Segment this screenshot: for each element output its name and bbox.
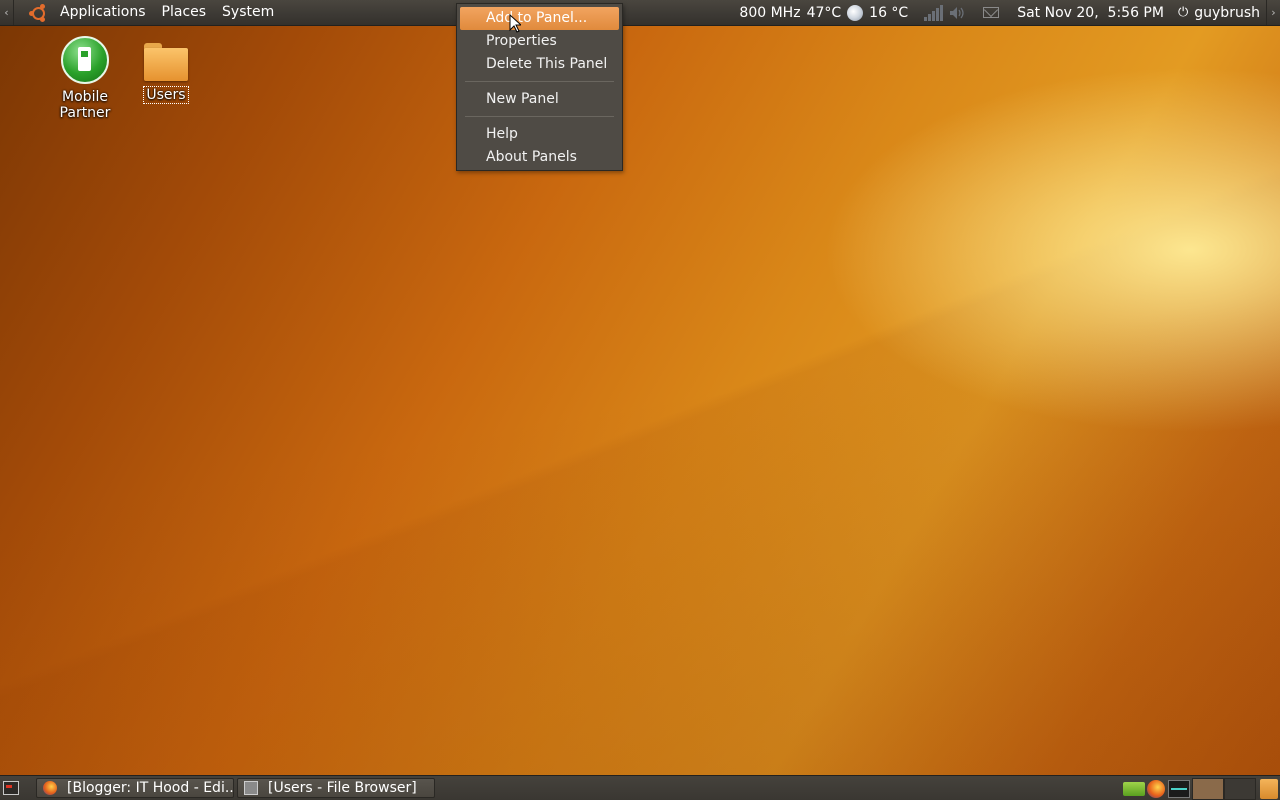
menu-separator bbox=[465, 81, 614, 82]
top-panel: ‹ Applications Places System 800 MHz 47°… bbox=[0, 0, 1280, 26]
panel-hide-left-button[interactable]: ‹ bbox=[0, 0, 14, 25]
menu-item-about-panels[interactable]: About Panels bbox=[460, 146, 619, 169]
taskbar-button-label: [Users - File Browser] bbox=[268, 780, 417, 796]
power-icon[interactable]: ⏻ bbox=[1178, 5, 1188, 20]
cpu-temperature[interactable]: 47°C bbox=[807, 5, 842, 21]
menu-item-delete-this-panel[interactable]: Delete This Panel bbox=[460, 53, 619, 76]
menu-item-help[interactable]: Help bbox=[460, 123, 619, 146]
taskbar-button-file-browser[interactable]: [Users - File Browser] bbox=[237, 778, 435, 798]
desktop-background bbox=[0, 0, 1280, 800]
weather-temperature[interactable]: 16 °C bbox=[869, 5, 908, 21]
volume-icon[interactable] bbox=[949, 6, 965, 20]
panel-hide-right-button[interactable]: › bbox=[1266, 0, 1280, 25]
workspace-2[interactable] bbox=[1224, 777, 1256, 800]
top-tray: 800 MHz 47°C 16 °C Sat Nov 20, 5:56 PM ⏻… bbox=[739, 0, 1260, 25]
mobile-partner-icon bbox=[61, 36, 109, 84]
menu-item-new-panel[interactable]: New Panel bbox=[460, 88, 619, 111]
bottom-panel: [Blogger: IT Hood - Edi... [Users - File… bbox=[0, 775, 1280, 800]
taskbar-button-label: [Blogger: IT Hood - Edi... bbox=[67, 780, 234, 796]
taskbar-button-blogger[interactable]: [Blogger: IT Hood - Edi... bbox=[36, 778, 234, 798]
folder-icon bbox=[143, 40, 189, 82]
desktop-icon-users[interactable]: Users bbox=[143, 40, 189, 104]
system-menu[interactable]: System bbox=[214, 0, 282, 25]
menu-item-properties[interactable]: Properties bbox=[460, 30, 619, 53]
menu-item-add-to-panel[interactable]: Add to Panel... bbox=[460, 7, 619, 30]
show-desktop-icon[interactable] bbox=[3, 781, 19, 795]
ubuntu-logo-icon bbox=[28, 3, 48, 23]
firefox-launcher-icon[interactable] bbox=[1147, 779, 1165, 798]
weather-icon[interactable] bbox=[847, 4, 864, 21]
places-menu[interactable]: Places bbox=[154, 0, 215, 25]
workspace-1[interactable] bbox=[1192, 777, 1224, 800]
mail-icon[interactable] bbox=[983, 7, 1000, 18]
panel-context-menu: Add to Panel... Properties Delete This P… bbox=[456, 3, 623, 171]
trash-icon[interactable] bbox=[1260, 778, 1278, 799]
user-name[interactable]: guybrush bbox=[1194, 5, 1260, 21]
clock[interactable]: Sat Nov 20, 5:56 PM bbox=[1017, 5, 1164, 21]
file-browser-icon bbox=[244, 781, 258, 795]
firefox-icon bbox=[43, 781, 57, 795]
desktop-icon-mobile-partner[interactable]: Mobile Partner bbox=[36, 36, 134, 121]
desktop-icon-label: Mobile Partner bbox=[59, 89, 111, 121]
menu-separator bbox=[465, 116, 614, 117]
cpu-frequency[interactable]: 800 MHz bbox=[739, 5, 800, 21]
applications-menu[interactable]: Applications bbox=[52, 0, 154, 25]
network-signal-icon[interactable] bbox=[924, 4, 944, 21]
desktop-icon-label: Users bbox=[143, 86, 189, 104]
system-monitor-icon[interactable] bbox=[1168, 779, 1190, 798]
bottom-tray bbox=[1123, 776, 1280, 801]
nvidia-icon[interactable] bbox=[1123, 781, 1145, 796]
